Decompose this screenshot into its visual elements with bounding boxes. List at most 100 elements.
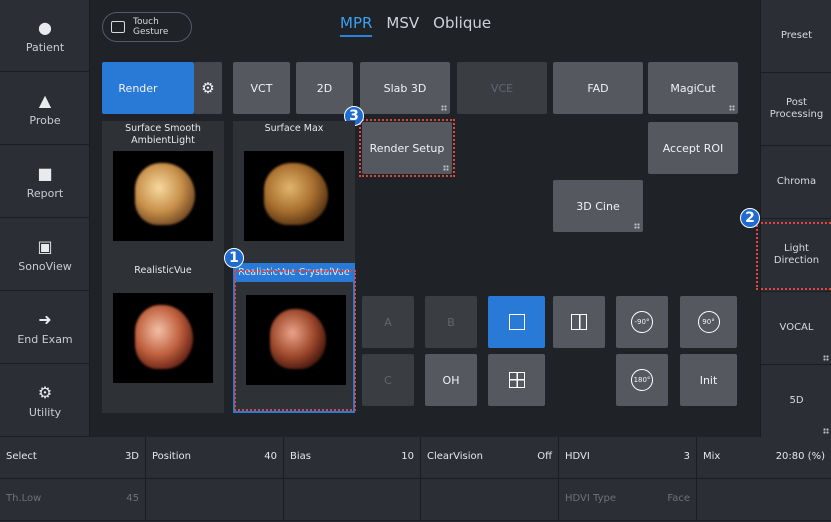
more-options-icon	[441, 105, 447, 111]
tab-msv[interactable]: MSV	[386, 14, 419, 37]
touch-gesture-icon	[111, 21, 125, 33]
person-icon: ●	[38, 17, 52, 37]
rotate-right-icon: 90°	[697, 311, 720, 333]
param-empty	[421, 479, 559, 521]
param-value: 3D	[124, 451, 139, 462]
render-preset-realisticvue[interactable]: RealisticVue	[102, 263, 224, 413]
param-value: 40	[264, 451, 277, 462]
param-empty	[284, 479, 421, 521]
preset-label: Surface Max	[264, 123, 324, 134]
fetal-render-image	[113, 151, 213, 241]
magicut-label: MagiCut	[670, 81, 716, 95]
param-hdvi[interactable]: HDVI 3	[559, 437, 697, 479]
render-label: Render	[118, 81, 158, 95]
fetal-render-image	[113, 293, 213, 383]
param-mix[interactable]: Mix 20:80 (%)	[697, 437, 831, 479]
nav-label: Patient	[25, 40, 65, 54]
nav-label: Utility	[28, 405, 62, 419]
crystalvue-highlight	[234, 270, 356, 411]
vocal-label: VOCAL	[779, 322, 814, 333]
param-key: ClearVision	[427, 451, 483, 462]
param-value: Face	[667, 493, 690, 504]
layout-dual-button[interactable]	[553, 296, 605, 348]
vocal-button[interactable]: VOCAL	[761, 292, 831, 365]
rotate-right-button[interactable]: 90°	[680, 296, 737, 348]
magicut-button[interactable]: MagiCut	[648, 62, 738, 114]
fad-button[interactable]: FAD	[553, 62, 643, 114]
param-value: 45	[126, 493, 139, 504]
param-key: HDVI	[565, 451, 590, 462]
right-sidebar: Preset Post Processing Chroma Light Dire…	[760, 0, 831, 438]
rotate-left-button[interactable]: -90°	[616, 296, 668, 348]
render-preset-surface-max[interactable]: Surface Max	[233, 121, 355, 271]
nav-sonoview[interactable]: ▣ SonoView	[0, 219, 90, 291]
rotate-180-button[interactable]: 180°	[616, 354, 668, 406]
gear-icon: ⚙	[201, 79, 215, 97]
param-clearvision[interactable]: ClearVision Off	[421, 437, 559, 479]
param-empty	[697, 479, 831, 521]
quad-b-button: B	[425, 296, 477, 348]
preset-label: Preset	[780, 30, 813, 41]
more-options-icon	[823, 355, 829, 361]
param-position[interactable]: Position 40	[146, 437, 284, 479]
left-sidebar: ● Patient ▲ Probe ■ Report ▣ SonoView ➜ …	[0, 0, 90, 437]
param-select[interactable]: Select 3D	[0, 437, 146, 479]
5d-label: 5D	[789, 395, 804, 406]
nav-utility[interactable]: ⚙ Utility	[0, 365, 90, 437]
3d-cine-button[interactable]: 3D Cine	[553, 180, 643, 232]
nav-label: SonoView	[18, 259, 72, 273]
vct-button[interactable]: VCT	[233, 62, 290, 114]
parameter-status-bar: Select 3D Position 40 Bias 10 ClearVisio…	[0, 437, 831, 522]
ultrasound-touch-panel: ● Patient ▲ Probe ■ Report ▣ SonoView ➜ …	[0, 0, 831, 522]
sonoview-icon: ▣	[37, 236, 53, 256]
more-options-icon	[634, 223, 640, 229]
view-tabs: MPR MSV Oblique	[340, 14, 491, 37]
accept-roi-button[interactable]: Accept ROI	[648, 122, 738, 174]
param-key: Select	[6, 451, 37, 462]
5d-button[interactable]: 5D	[761, 365, 831, 438]
nav-probe[interactable]: ▲ Probe	[0, 73, 90, 145]
param-value: 10	[401, 451, 414, 462]
nav-end-exam[interactable]: ➜ End Exam	[0, 292, 90, 364]
gear-icon: ⚙	[37, 382, 53, 402]
touch-gesture-toggle[interactable]: Touch Gesture	[102, 12, 192, 42]
report-icon: ■	[37, 163, 53, 183]
param-value: 20:80 (%)	[775, 451, 825, 462]
oh-button[interactable]: OH	[425, 354, 477, 406]
param-bias[interactable]: Bias 10	[284, 437, 421, 479]
tab-mpr[interactable]: MPR	[340, 14, 373, 37]
render-setup-highlight	[359, 119, 455, 177]
render-button[interactable]: Render	[102, 62, 194, 114]
exit-icon: ➜	[38, 309, 52, 329]
more-options-icon	[823, 428, 829, 434]
layout-quad-button[interactable]	[488, 354, 545, 406]
preset-label: RealisticVue	[134, 265, 192, 276]
main-panel: Touch Gesture MPR MSV Oblique Render ⚙ V…	[90, 0, 760, 437]
tab-oblique[interactable]: Oblique	[433, 14, 491, 37]
chroma-button[interactable]: Chroma	[761, 146, 831, 219]
slab3d-button[interactable]: Slab 3D	[360, 62, 450, 114]
post-processing-label: Post Processing	[769, 97, 824, 120]
layout-single-button[interactable]	[488, 296, 545, 348]
render-settings-button[interactable]: ⚙	[194, 62, 222, 114]
nav-patient[interactable]: ● Patient	[0, 0, 90, 72]
param-key: Mix	[703, 451, 721, 462]
init-button[interactable]: Init	[680, 354, 737, 406]
preset-button[interactable]: Preset	[761, 0, 831, 73]
touch-gesture-label: Touch Gesture	[133, 17, 169, 37]
post-processing-button[interactable]: Post Processing	[761, 73, 831, 146]
nav-label: Probe	[29, 113, 61, 127]
nav-report[interactable]: ■ Report	[0, 146, 90, 218]
quad-layout-icon	[508, 372, 525, 388]
vce-button: VCE	[457, 62, 547, 114]
param-key: Position	[152, 451, 191, 462]
single-layout-icon	[508, 314, 525, 330]
param-key: HDVI Type	[565, 493, 616, 504]
nav-label: Report	[26, 186, 64, 200]
3d-cine-label: 3D Cine	[576, 199, 620, 213]
2d-button[interactable]: 2D	[296, 62, 353, 114]
param-key: Bias	[290, 451, 311, 462]
rotate-180-icon: 180°	[631, 369, 653, 391]
render-preset-surface-smooth[interactable]: Surface Smooth AmbientLight	[102, 121, 224, 271]
dual-layout-icon	[571, 314, 587, 330]
